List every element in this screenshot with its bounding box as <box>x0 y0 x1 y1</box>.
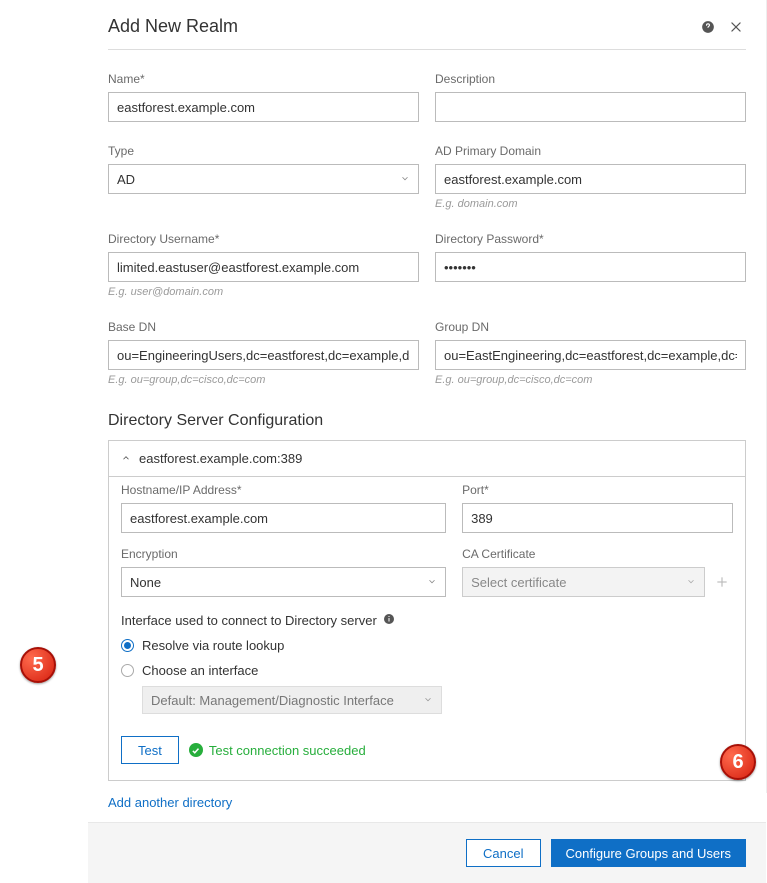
label-description: Description <box>435 72 746 86</box>
label-ad-primary-domain: AD Primary Domain <box>435 144 746 158</box>
interface-select[interactable]: Default: Management/Diagnostic Interface <box>142 686 442 714</box>
label-base-dn: Base DN <box>108 320 419 334</box>
test-status-text: Test connection succeeded <box>209 743 366 758</box>
chevron-down-icon <box>400 172 410 187</box>
group-dn-input[interactable] <box>435 340 746 370</box>
interface-label: Interface used to connect to Directory s… <box>121 613 733 628</box>
chevron-down-icon <box>686 575 696 590</box>
hint-group-dn: E.g. ou=group,dc=cisco,dc=com <box>435 374 746 386</box>
chevron-down-icon <box>423 693 433 708</box>
test-row: Test Test connection succeeded <box>121 736 733 764</box>
chevron-up-icon <box>121 451 131 466</box>
interface-select-value: Default: Management/Diagnostic Interface <box>151 693 394 708</box>
panel-title: eastforest.example.com:389 <box>139 451 302 466</box>
field-encryption: Encryption None <box>121 547 446 597</box>
label-encryption: Encryption <box>121 547 446 561</box>
callout-5: 5 <box>20 647 56 683</box>
label-hostname: Hostname/IP Address* <box>121 483 446 497</box>
directory-panel: eastforest.example.com:389 Hostname/IP A… <box>108 440 746 781</box>
name-input[interactable] <box>108 92 419 122</box>
field-type: Type AD <box>108 144 419 210</box>
add-realm-modal: Add New Realm Name* <box>88 0 766 883</box>
label-port: Port* <box>462 483 733 497</box>
label-ca-cert: CA Certificate <box>462 547 733 561</box>
field-dir-username: Directory Username* E.g. user@domain.com <box>108 232 419 298</box>
radio-resolve-label: Resolve via route lookup <box>142 638 284 653</box>
port-input[interactable] <box>462 503 733 533</box>
label-type: Type <box>108 144 419 158</box>
panel-toggle[interactable]: eastforest.example.com:389 <box>109 441 745 476</box>
hint-ad-primary-domain: E.g. domain.com <box>435 198 746 210</box>
hint-base-dn: E.g. ou=group,dc=cisco,dc=com <box>108 374 419 386</box>
type-select-value: AD <box>117 172 135 187</box>
radio-resolve-route[interactable]: Resolve via route lookup <box>121 638 733 653</box>
add-another-directory-link[interactable]: Add another directory <box>108 795 232 810</box>
field-dir-password: Directory Password* <box>435 232 746 298</box>
radio-choose-label: Choose an interface <box>142 663 258 678</box>
encryption-select[interactable]: None <box>121 567 446 597</box>
chevron-down-icon <box>427 575 437 590</box>
field-name: Name* <box>108 72 419 122</box>
radio-choose-interface[interactable]: Choose an interface <box>121 663 733 678</box>
interface-label-text: Interface used to connect to Directory s… <box>121 613 377 628</box>
dir-password-input[interactable] <box>435 252 746 282</box>
field-group-dn: Group DN E.g. ou=group,dc=cisco,dc=com <box>435 320 746 386</box>
label-name: Name* <box>108 72 419 86</box>
base-dn-input[interactable] <box>108 340 419 370</box>
ca-cert-placeholder: Select certificate <box>471 575 566 590</box>
check-circle-icon <box>189 743 203 757</box>
modal-title: Add New Realm <box>108 16 690 37</box>
radio-icon-unselected <box>121 664 134 677</box>
test-button[interactable]: Test <box>121 736 179 764</box>
modal-header: Add New Realm <box>88 0 766 49</box>
callout-6: 6 <box>720 744 756 780</box>
field-port: Port* <box>462 483 733 533</box>
label-group-dn: Group DN <box>435 320 746 334</box>
description-input[interactable] <box>435 92 746 122</box>
encryption-select-value: None <box>130 575 161 590</box>
hint-dir-username: E.g. user@domain.com <box>108 286 419 298</box>
dir-username-input[interactable] <box>108 252 419 282</box>
configure-groups-users-button[interactable]: Configure Groups and Users <box>551 839 746 867</box>
panel-body: Hostname/IP Address* Port* Encryption <box>109 476 745 780</box>
field-ad-primary-domain: AD Primary Domain E.g. domain.com <box>435 144 746 210</box>
add-ca-cert-button[interactable] <box>711 575 733 589</box>
label-dir-password: Directory Password* <box>435 232 746 246</box>
field-ca-cert: CA Certificate Select certificate <box>462 547 733 597</box>
field-base-dn: Base DN E.g. ou=group,dc=cisco,dc=com <box>108 320 419 386</box>
field-description: Description <box>435 72 746 122</box>
radio-icon-selected <box>121 639 134 652</box>
label-dir-username: Directory Username* <box>108 232 419 246</box>
help-icon[interactable] <box>698 17 718 37</box>
field-hostname: Hostname/IP Address* <box>121 483 446 533</box>
directory-section-title: Directory Server Configuration <box>108 412 746 430</box>
info-icon <box>383 613 395 628</box>
modal-footer: Cancel Configure Groups and Users <box>88 822 766 883</box>
test-status: Test connection succeeded <box>189 743 366 758</box>
modal-body: Name* Description Type AD <box>88 72 766 822</box>
ad-primary-domain-input[interactable] <box>435 164 746 194</box>
type-select[interactable]: AD <box>108 164 419 194</box>
cancel-button[interactable]: Cancel <box>466 839 540 867</box>
hostname-input[interactable] <box>121 503 446 533</box>
ca-cert-select[interactable]: Select certificate <box>462 567 705 597</box>
close-icon[interactable] <box>726 17 746 37</box>
divider <box>108 49 746 50</box>
